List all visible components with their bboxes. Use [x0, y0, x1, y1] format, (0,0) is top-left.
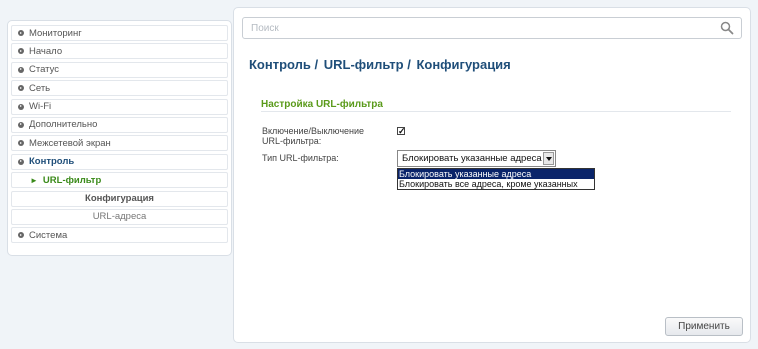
- sidebar-item-label: Дополнительно: [29, 119, 98, 131]
- breadcrumb-item[interactable]: URL-фильтр /: [324, 57, 411, 72]
- arrow-right-icon: ►: [30, 175, 38, 185]
- chevron-down-icon[interactable]: [543, 152, 554, 165]
- breadcrumb-item[interactable]: Контроль /: [249, 57, 318, 72]
- sidebar-item-status[interactable]: Статус: [11, 61, 228, 78]
- sidebar-item-configuration[interactable]: Конфигурация: [11, 190, 228, 207]
- bullet-icon: [18, 103, 24, 110]
- filter-type-dropdown: Блокировать указанные адреса Блокировать…: [397, 168, 595, 190]
- breadcrumb-current: Конфигурация: [416, 57, 511, 72]
- sidebar-item-label: Система: [29, 229, 68, 241]
- breadcrumb: Контроль / URL-фильтр / Конфигурация: [249, 57, 513, 72]
- sidebar-menu: Мониторинг Начало Статус Сеть Wi-Fi Допо…: [7, 20, 232, 256]
- sidebar-item-label: Wi-Fi: [29, 101, 52, 113]
- sidebar-item-advanced[interactable]: Дополнительно: [11, 116, 228, 133]
- filter-type-select[interactable]: Блокировать указанные адреса: [397, 150, 556, 167]
- dropdown-option[interactable]: Блокировать все адреса, кроме указанных: [398, 179, 594, 189]
- sidebar-item-label: Сеть: [29, 82, 51, 94]
- search-input[interactable]: [242, 17, 742, 39]
- sidebar-item-label: Межсетевой экран: [29, 137, 111, 149]
- sidebar-item-monitoring[interactable]: Мониторинг: [11, 25, 228, 41]
- section-divider: [261, 111, 731, 112]
- sidebar-item-label: URL-адреса: [92, 211, 147, 223]
- sidebar-item-system[interactable]: Система: [11, 227, 228, 244]
- bullet-icon: [18, 30, 24, 36]
- sidebar-item-wifi[interactable]: Wi-Fi: [11, 98, 228, 115]
- enable-filter-checkbox[interactable]: ✓: [397, 127, 406, 136]
- sidebar-item-url-addresses[interactable]: URL-адреса: [11, 208, 228, 225]
- bullet-icon: [18, 48, 24, 55]
- search-icon[interactable]: [720, 21, 734, 35]
- sidebar-item-control[interactable]: Контроль: [11, 153, 228, 170]
- sidebar-item-url-filter[interactable]: ► URL-фильтр: [11, 172, 228, 189]
- filter-type-value: Блокировать указанные адреса: [402, 153, 542, 164]
- bullet-icon: [18, 158, 24, 165]
- section-title: Настройка URL-фильтра: [261, 99, 383, 110]
- bullet-icon: [18, 140, 24, 147]
- main-panel: Контроль / URL-фильтр / Конфигурация Нас…: [233, 7, 751, 343]
- bullet-icon: [18, 121, 24, 128]
- bullet-icon: [18, 66, 24, 73]
- sidebar-item-label: URL-фильтр: [42, 174, 102, 186]
- sidebar-item-label: Мониторинг: [29, 27, 82, 39]
- bullet-icon: [18, 232, 24, 239]
- sidebar-item-start[interactable]: Начало: [11, 43, 228, 60]
- sidebar-item-label: Конфигурация: [85, 193, 154, 205]
- sidebar-item-label: Статус: [29, 64, 60, 76]
- dropdown-option[interactable]: Блокировать указанные адреса: [398, 169, 594, 179]
- bullet-icon: [18, 85, 24, 92]
- enable-filter-label: Включение/Выключение URL-фильтра:: [262, 126, 365, 146]
- filter-type-label: Тип URL-фильтра:: [262, 153, 339, 163]
- sidebar-item-network[interactable]: Сеть: [11, 80, 228, 97]
- sidebar-item-firewall[interactable]: Межсетевой экран: [11, 135, 228, 152]
- sidebar-item-label: Начало: [29, 45, 63, 57]
- apply-button[interactable]: Применить: [665, 317, 743, 336]
- sidebar-item-label: Контроль: [29, 156, 75, 168]
